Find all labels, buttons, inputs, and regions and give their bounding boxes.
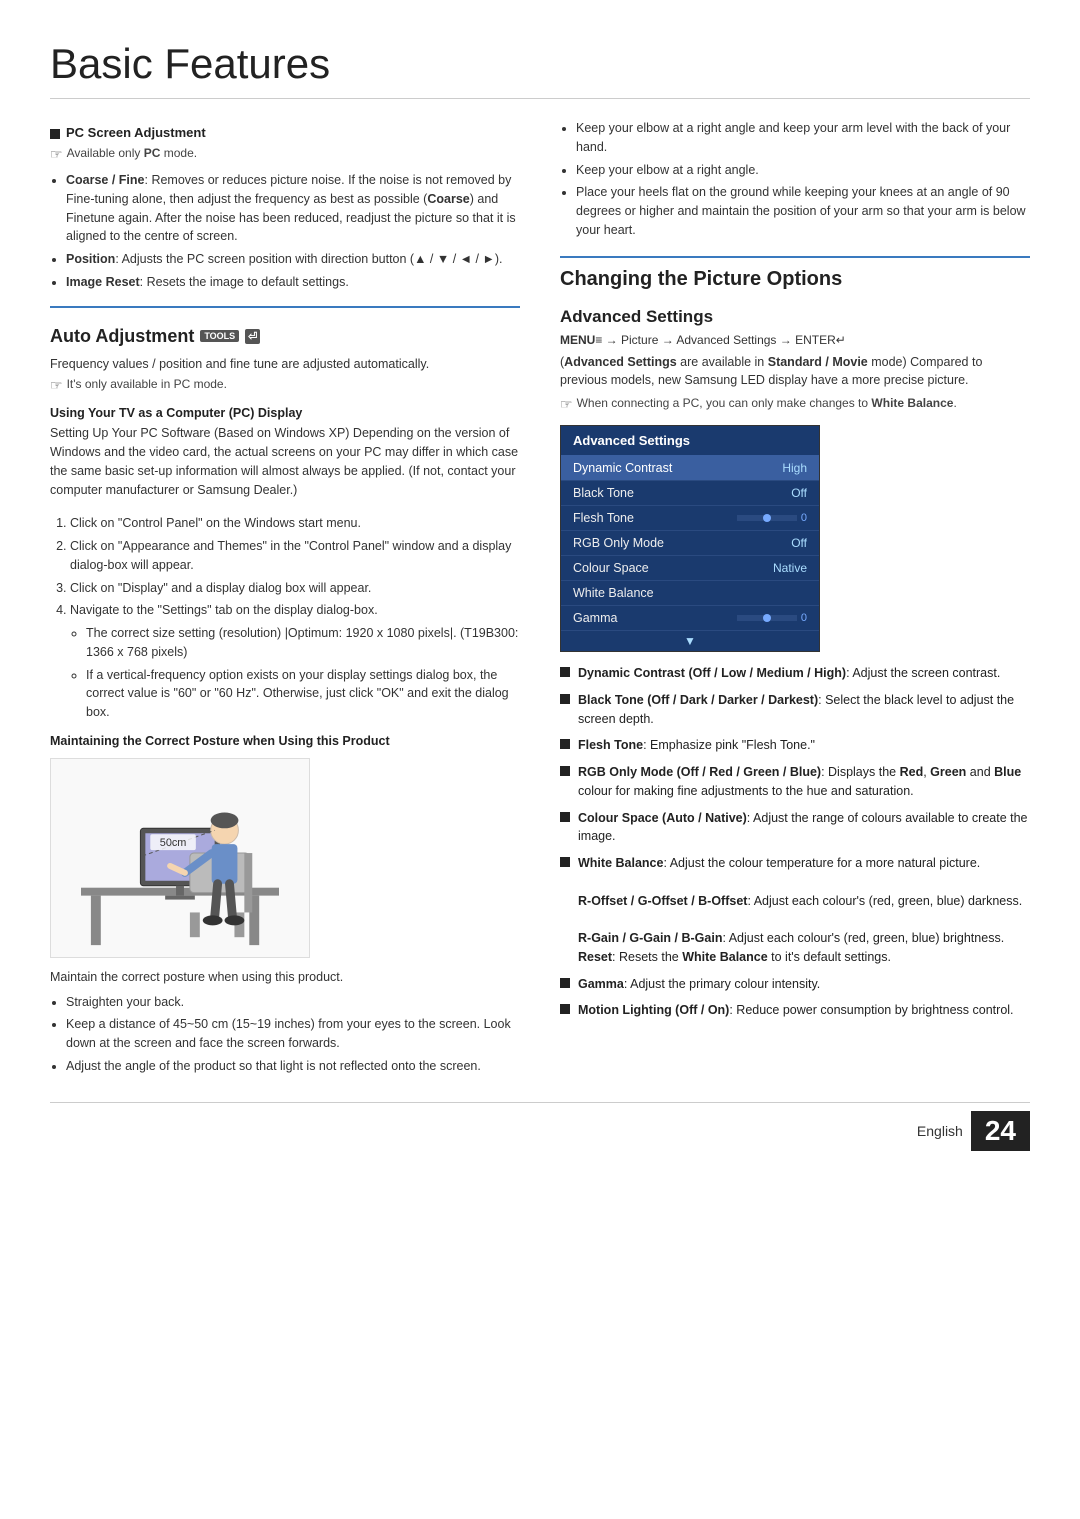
square-bullet-icon <box>560 978 570 988</box>
bullet-white-balance: White Balance: Adjust the colour tempera… <box>560 854 1030 967</box>
auto-adjustment-note: ☞ It's only available in PC mode. <box>50 377 520 394</box>
changing-heading: Changing the Picture Options <box>560 268 1030 291</box>
advanced-settings-section: Advanced Settings MENU≡ → Picture → Adva… <box>560 307 1030 1021</box>
advanced-note: (Advanced Settings are available in Stan… <box>560 353 1030 391</box>
step-4: Navigate to the "Settings" tab on the di… <box>70 601 520 722</box>
square-bullet-icon <box>50 129 60 139</box>
posture-bullet-3: Adjust the angle of the product so that … <box>66 1057 520 1076</box>
page-number: 24 <box>971 1111 1030 1151</box>
advanced-settings-box: Advanced Settings Dynamic Contrast High … <box>560 425 820 652</box>
adv-arrow: ▼ <box>561 631 819 651</box>
bullet-colour-space: Colour Space (Auto / Native): Adjust the… <box>560 809 1030 847</box>
divider-1 <box>50 306 520 308</box>
pc-screen-bullets: Coarse / Fine: Removes or reduces pictur… <box>50 171 520 292</box>
step-3: Click on "Display" and a display dialog … <box>70 579 520 598</box>
pc-screen-note: ☞ Available only PC mode. <box>50 146 520 163</box>
posture-bullets: Straighten your back. Keep a distance of… <box>50 993 520 1076</box>
square-bullet-icon <box>560 694 570 704</box>
posture-section: Maintaining the Correct Posture when Usi… <box>50 734 520 1076</box>
adv-row-rgb-mode: RGB Only Mode Off <box>561 531 819 556</box>
auto-adjustment-desc: Frequency values / position and fine tun… <box>50 355 520 374</box>
posture-heading: Maintaining the Correct Posture when Usi… <box>50 734 520 748</box>
svg-text:50cm: 50cm <box>160 837 187 849</box>
using-tv-text: Setting Up Your PC Software (Based on Wi… <box>50 424 520 499</box>
posture-right-bullets: Keep your elbow at a right angle and kee… <box>560 119 1030 240</box>
posture-illustration: 50cm <box>50 758 310 958</box>
adv-row-black-tone: Black Tone Off <box>561 481 819 506</box>
divider-right <box>560 256 1030 258</box>
square-bullet-icon <box>560 812 570 822</box>
page-lang: English <box>917 1123 963 1139</box>
auto-adjustment-heading: Auto Adjustment TOOLS ⏎ <box>50 326 520 347</box>
sub-bullet-1: The correct size setting (resolution) |O… <box>86 624 520 662</box>
sub-bullets: The correct size setting (resolution) |O… <box>70 624 520 722</box>
square-bullet-icon <box>560 857 570 867</box>
advanced-heading: Advanced Settings <box>560 307 1030 327</box>
page-footer: English 24 <box>50 1102 1030 1151</box>
bullet-rgb-mode: RGB Only Mode (Off / Red / Green / Blue)… <box>560 763 1030 801</box>
bullet-gamma: Gamma: Adjust the primary colour intensi… <box>560 975 1030 994</box>
square-bullet-icon <box>560 667 570 677</box>
enter-badge: ⏎ <box>245 329 260 344</box>
adv-row-white-balance: White Balance <box>561 581 819 606</box>
posture-bullet-2: Keep a distance of 45~50 cm (15~19 inche… <box>66 1015 520 1053</box>
tools-badge: TOOLS <box>200 330 239 342</box>
advanced-bullet-list: Dynamic Contrast (Off / Low / Medium / H… <box>560 664 1030 1020</box>
right-posture-1: Keep your elbow at a right angle and kee… <box>576 119 1030 157</box>
pc-screen-bullet-2: Position: Adjusts the PC screen position… <box>66 250 520 269</box>
right-posture-3: Place your heels flat on the ground whil… <box>576 183 1030 239</box>
posture-svg: 50cm <box>51 759 309 957</box>
pc-screen-label: PC Screen Adjustment <box>50 125 520 140</box>
square-bullet-icon <box>560 1004 570 1014</box>
square-bullet-icon <box>560 739 570 749</box>
sub-bullet-2: If a vertical-frequency option exists on… <box>86 666 520 722</box>
note-icon: ☞ <box>50 146 63 163</box>
posture-bullet-1: Straighten your back. <box>66 993 520 1012</box>
right-column: Keep your elbow at a right angle and kee… <box>560 119 1030 1082</box>
right-posture-2: Keep your elbow at a right angle. <box>576 161 1030 180</box>
menu-path: MENU≡ → Picture → Advanced Settings → EN… <box>560 333 1030 347</box>
pc-screen-bullet-3: Image Reset: Resets the image to default… <box>66 273 520 292</box>
adv-box-header: Advanced Settings <box>561 426 819 456</box>
bullet-flesh-tone: Flesh Tone: Emphasize pink "Flesh Tone." <box>560 736 1030 755</box>
bullet-motion-lighting: Motion Lighting (Off / On): Reduce power… <box>560 1001 1030 1020</box>
page-title: Basic Features <box>50 40 1030 99</box>
using-tv-heading: Using Your TV as a Computer (PC) Display <box>50 406 520 420</box>
pc-screen-bullet-1: Coarse / Fine: Removes or reduces pictur… <box>66 171 520 246</box>
pc-screen-section: PC Screen Adjustment ☞ Available only PC… <box>50 125 520 292</box>
adv-row-flesh-tone: Flesh Tone 0 <box>561 506 819 531</box>
adv-row-dynamic-contrast: Dynamic Contrast High <box>561 456 819 481</box>
bullet-black-tone: Black Tone (Off / Dark / Darker / Darkes… <box>560 691 1030 729</box>
steps-list: Click on "Control Panel" on the Windows … <box>50 514 520 722</box>
adv-row-colour-space: Colour Space Native <box>561 556 819 581</box>
bullet-dynamic-contrast: Dynamic Contrast (Off / Low / Medium / H… <box>560 664 1030 683</box>
square-bullet-icon <box>560 766 570 776</box>
posture-desc: Maintain the correct posture when using … <box>50 968 520 987</box>
auto-adjustment-section: Auto Adjustment TOOLS ⏎ Frequency values… <box>50 326 520 722</box>
adv-row-gamma: Gamma 0 <box>561 606 819 631</box>
white-balance-note: ☞ When connecting a PC, you can only mak… <box>560 396 1030 413</box>
step-2: Click on "Appearance and Themes" in the … <box>70 537 520 575</box>
step-1: Click on "Control Panel" on the Windows … <box>70 514 520 533</box>
left-column: PC Screen Adjustment ☞ Available only PC… <box>50 119 520 1082</box>
